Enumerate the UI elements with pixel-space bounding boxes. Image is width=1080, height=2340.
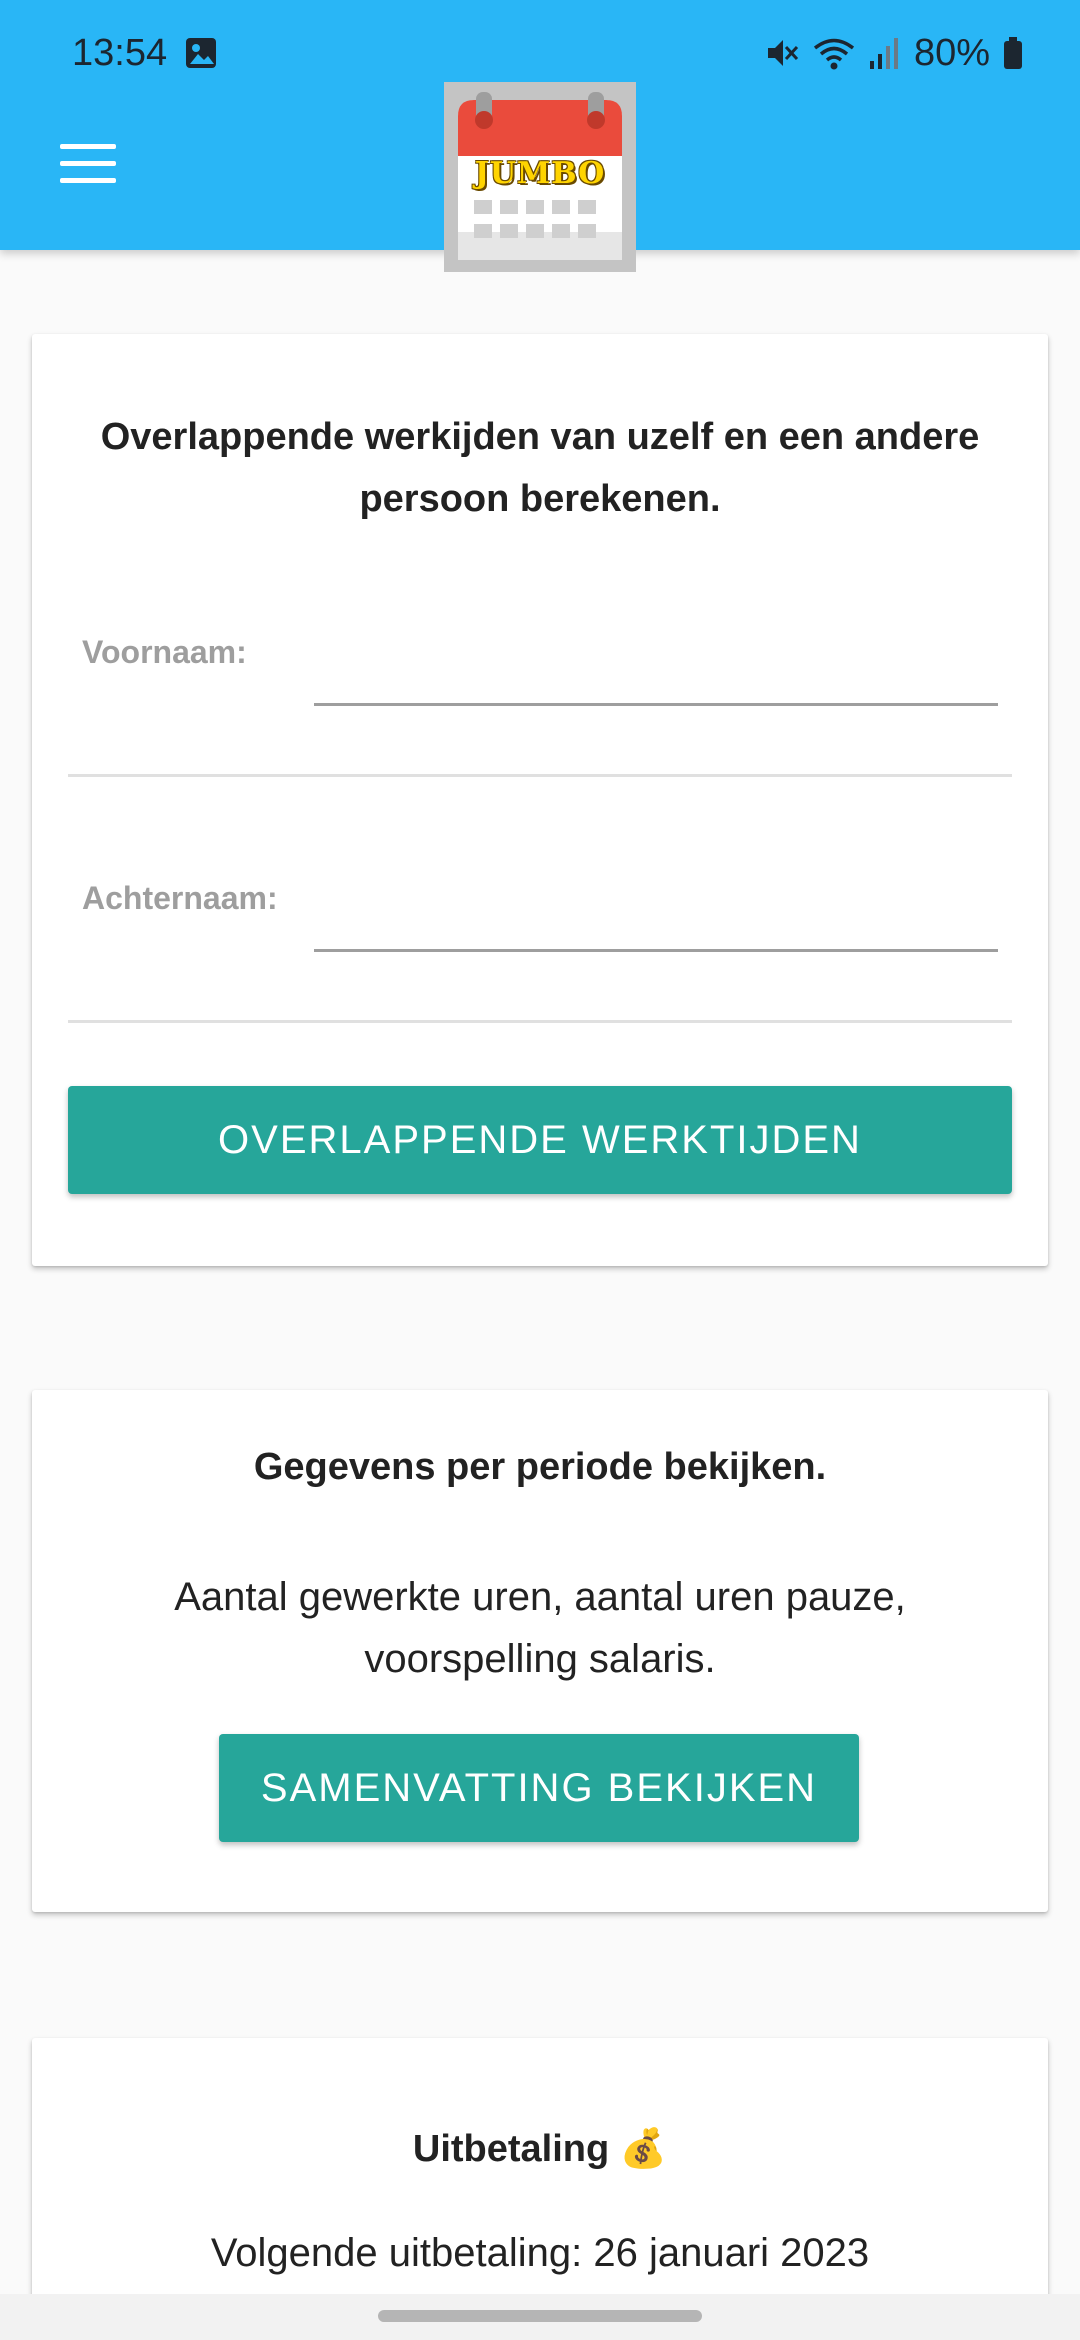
summary-card-title: Gegevens per periode bekijken. [253,1446,827,1488]
divider [68,774,1012,777]
home-indicator[interactable] [378,2310,702,2322]
logo-text: JUMBO [474,156,606,191]
menu-icon[interactable] [60,144,116,184]
first-name-label: Voornaam: [82,634,247,670]
overlap-card-title: Overlappende werkijden van uzelf en een … [100,416,980,520]
payout-card-title: Uitbetaling 💰 [412,2128,668,2170]
next-payout-text: Volgende uitbetaling: 26 januari 2023 [210,2231,870,2275]
divider [68,1020,1012,1023]
gallery-notification-icon [186,38,216,68]
battery-percentage: 80% [913,32,990,74]
wifi-icon [813,38,855,70]
last-name-input[interactable] [314,882,998,952]
app-logo: JUMBO [444,82,636,272]
mute-icon [767,40,799,66]
summary-card-description: Aantal gewerkte uren, aantal uren pauze,… [174,1575,906,1681]
first-name-input[interactable] [314,636,998,706]
status-icons: 80% [764,28,1024,78]
signal-icon [869,38,898,69]
summary-card: Gegevens per periode bekijken. Aantal ge… [32,1390,1048,1912]
overlap-card: Overlappende werkijden van uzelf en een … [32,334,1048,1266]
battery-icon [1004,37,1022,69]
view-summary-button[interactable]: SAMENVATTING BEKIJKEN [219,1734,859,1842]
last-name-label: Achternaam: [82,880,278,916]
status-time: 13:54 [72,32,168,74]
overlap-hours-button[interactable]: OVERLAPPENDE WERKTIJDEN [68,1086,1012,1194]
